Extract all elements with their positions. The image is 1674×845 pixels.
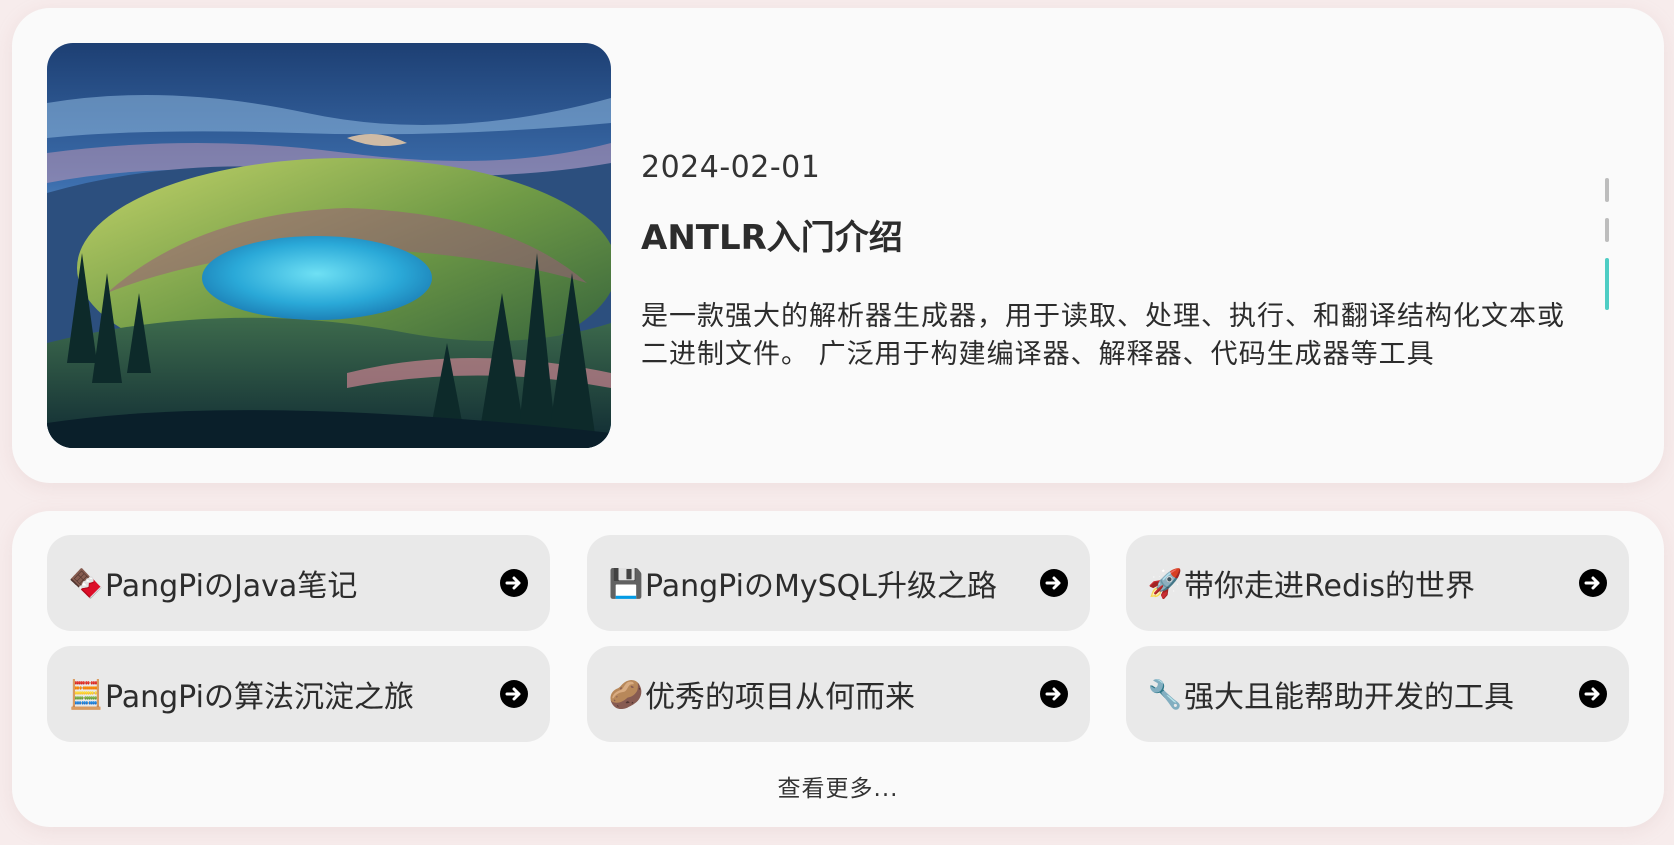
series-tile-tools[interactable]: 🔧 强大且能帮助开发的工具 [1126, 646, 1629, 742]
series-links-card: 🍫 PangPiのJava笔记 💾 PangPiのMySQL升级之路 🚀 带你走… [12, 511, 1664, 827]
tile-label: 强大且能帮助开发的工具 [1184, 680, 1514, 715]
abacus-icon: 🧮 [68, 677, 104, 711]
series-tile-mysql[interactable]: 💾 PangPiのMySQL升级之路 [587, 535, 1090, 631]
view-more-link[interactable]: 查看更多... [12, 769, 1664, 803]
article-date: 2024-02-01 [641, 150, 821, 185]
pager-dot-active[interactable] [1605, 258, 1609, 310]
arrow-right-circle-icon[interactable] [1579, 569, 1607, 597]
tile-label: 优秀的项目从何而来 [645, 680, 915, 715]
tile-label: PangPiの算法沉淀之旅 [105, 680, 414, 715]
potato-icon: 🥔 [608, 677, 644, 711]
arrow-right-circle-icon[interactable] [1579, 680, 1607, 708]
carousel-pager [1605, 178, 1611, 326]
series-tile-redis[interactable]: 🚀 带你走进Redis的世界 [1126, 535, 1629, 631]
series-tile-java[interactable]: 🍫 PangPiのJava笔记 [47, 535, 550, 631]
arrow-right-circle-icon[interactable] [1040, 680, 1068, 708]
arrow-right-circle-icon[interactable] [500, 680, 528, 708]
pager-dot[interactable] [1605, 178, 1609, 202]
arrow-right-circle-icon[interactable] [1040, 569, 1068, 597]
article-cover-image[interactable] [47, 43, 611, 448]
series-tile-projects[interactable]: 🥔 优秀的项目从何而来 [587, 646, 1090, 742]
rocket-icon: 🚀 [1147, 566, 1183, 600]
tile-label: PangPiのJava笔记 [105, 569, 358, 604]
article-title[interactable]: ANTLR入门介绍 [641, 210, 903, 259]
featured-article-card[interactable]: 2024-02-01 ANTLR入门介绍 是一款强大的解析器生成器，用于读取、处… [12, 8, 1664, 483]
series-tile-algorithm[interactable]: 🧮 PangPiの算法沉淀之旅 [47, 646, 550, 742]
crater-lake-painting [47, 43, 611, 448]
wrench-icon: 🔧 [1147, 677, 1183, 711]
floppy-disk-icon: 💾 [608, 566, 644, 600]
pager-dot[interactable] [1605, 218, 1609, 242]
article-summary: 是一款强大的解析器生成器，用于读取、处理、执行、和翻译结构化文本或二进制文件。 … [641, 301, 1565, 370]
tile-label: 带你走进Redis的世界 [1184, 569, 1475, 604]
chocolate-icon: 🍫 [68, 566, 104, 600]
arrow-right-circle-icon[interactable] [500, 569, 528, 597]
tile-label: PangPiのMySQL升级之路 [645, 569, 997, 604]
